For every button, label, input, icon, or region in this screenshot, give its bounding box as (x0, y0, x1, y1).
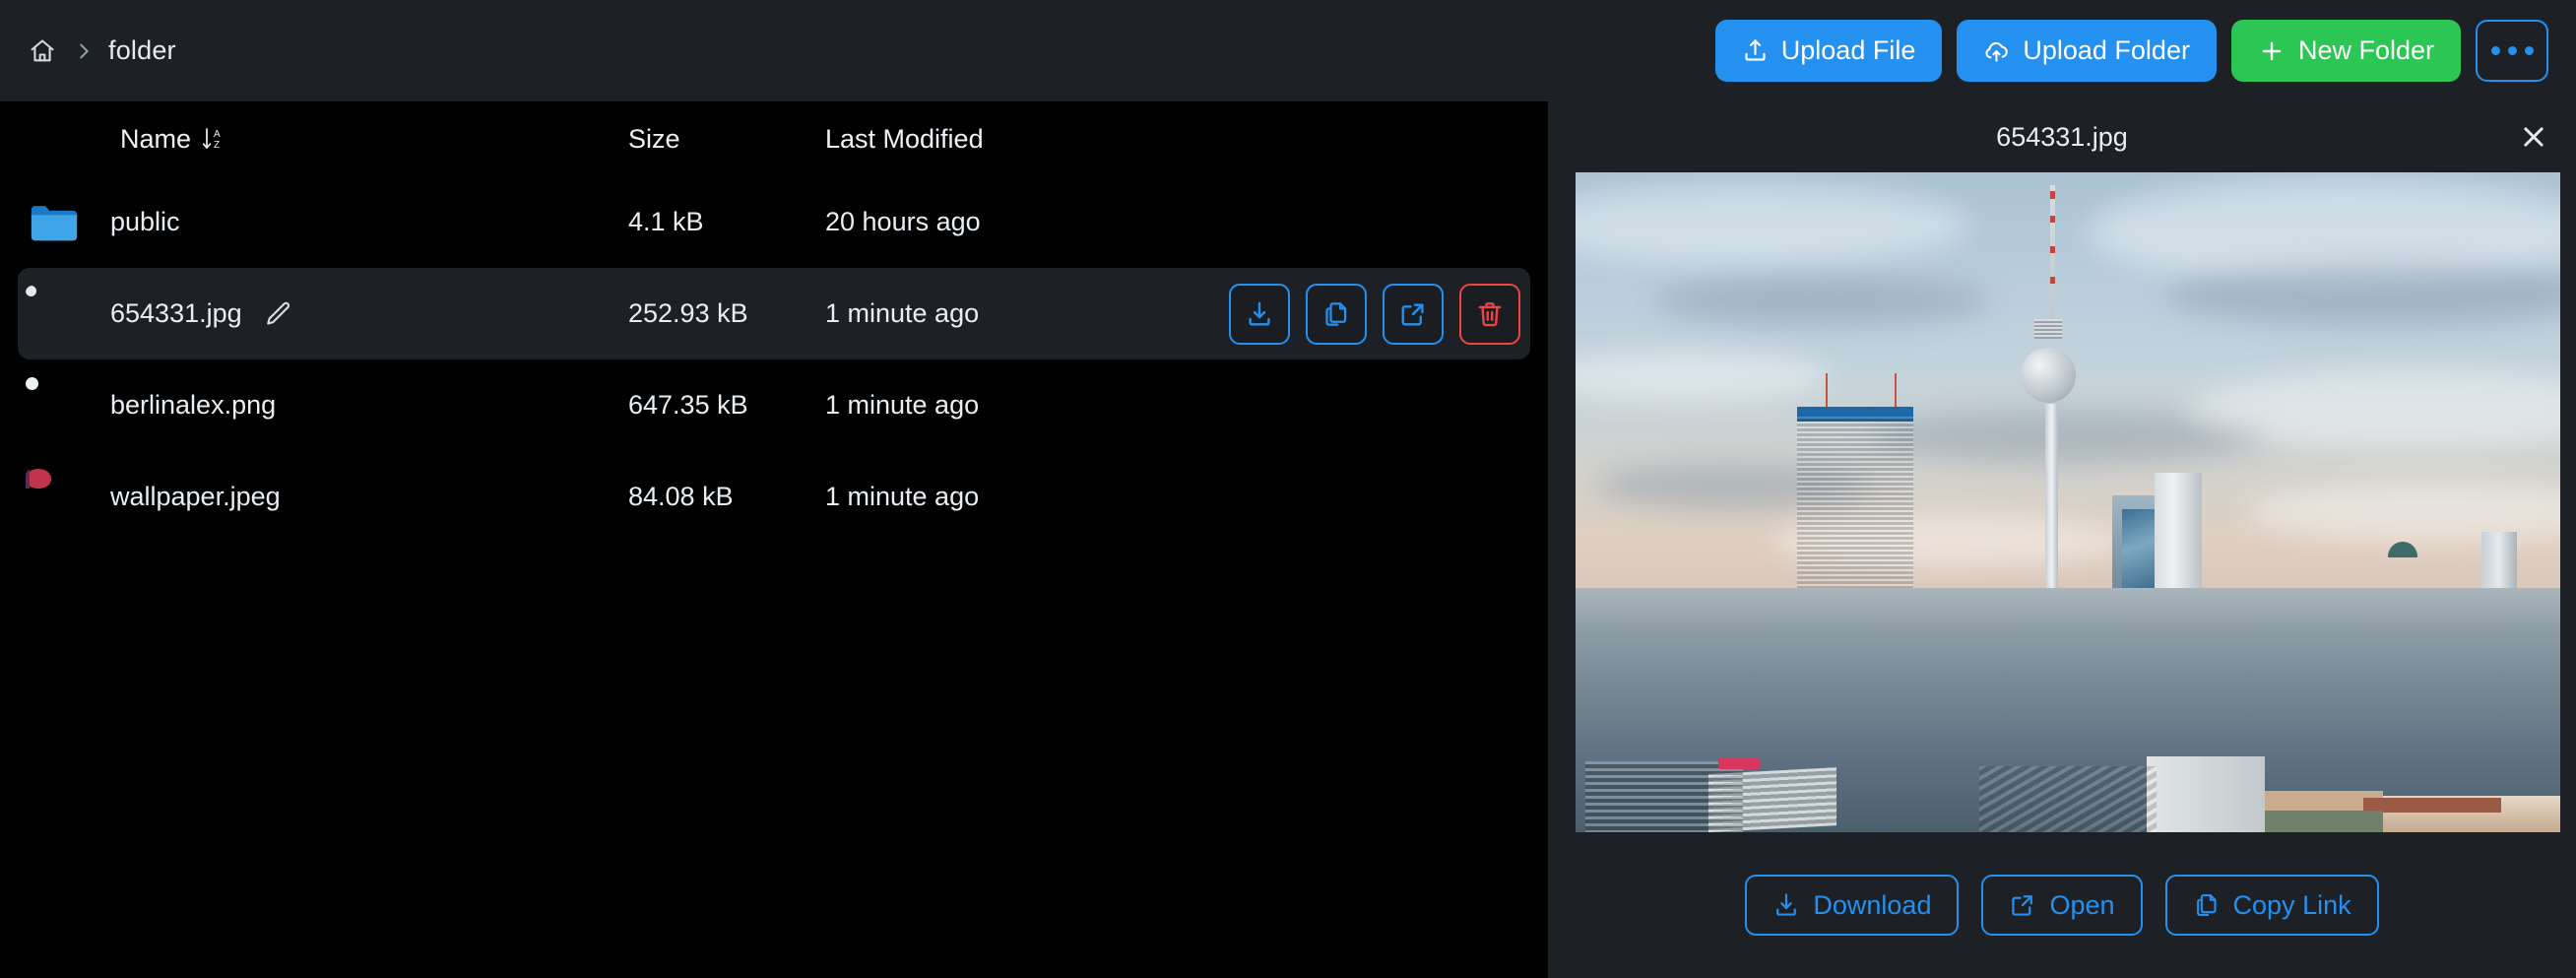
home-icon[interactable] (26, 34, 59, 68)
row-actions (1199, 283, 1530, 345)
breadcrumb-current[interactable]: folder (108, 35, 176, 66)
file-name-cell: 654331.jpg (18, 286, 628, 343)
file-size-cell: 4.1 kB (628, 207, 704, 236)
download-button[interactable] (1229, 283, 1290, 345)
upload-icon (1742, 37, 1769, 64)
file-thumbnail (26, 376, 83, 434)
pencil-icon[interactable] (264, 299, 293, 329)
file-name-label: public (110, 207, 180, 236)
copy-button[interactable] (1306, 283, 1367, 345)
preview-title: 654331.jpg (1996, 121, 2128, 152)
preview-image[interactable] (1576, 172, 2560, 832)
preview-header: 654331.jpg (1548, 101, 2576, 172)
file-modified-cell: 1 minute ago (825, 298, 980, 328)
file-name-cell: berlinalex.png (18, 376, 628, 434)
plus-icon (2258, 37, 2286, 65)
file-size-cell: 84.08 kB (628, 482, 734, 511)
table-row[interactable]: wallpaper.jpeg 84.08 kB 1 minute ago (18, 451, 1530, 543)
table-row[interactable]: public 4.1 kB 20 hours ago (18, 176, 1530, 268)
top-bar: folder Upload File Upload Folder New Fol… (0, 0, 2576, 101)
preview-download-label: Download (1813, 889, 1932, 920)
file-size-cell: 252.93 kB (628, 298, 748, 328)
delete-button[interactable] (1459, 283, 1520, 345)
svg-text:Z: Z (214, 140, 220, 151)
copy-icon (2193, 891, 2221, 919)
upload-folder-label: Upload Folder (2023, 35, 2190, 65)
new-folder-button[interactable]: New Folder (2230, 20, 2461, 82)
folder-icon (26, 194, 83, 251)
column-header-name-label: Name (120, 123, 192, 154)
column-header-modified[interactable]: Last Modified (825, 124, 1199, 155)
preview-open-button[interactable]: Open (1981, 875, 2143, 936)
file-name-cell: public (18, 194, 628, 251)
breadcrumb: folder (26, 34, 176, 68)
table-row[interactable]: 654331.jpg 252.93 kB 1 minute ago (18, 268, 1530, 359)
open-button[interactable] (1383, 283, 1444, 345)
file-modified-cell: 1 minute ago (825, 482, 980, 511)
column-header-modified-label: Last Modified (825, 123, 984, 154)
new-folder-label: New Folder (2297, 35, 2434, 65)
top-bar-actions: Upload File Upload Folder New Folder (1714, 20, 2548, 82)
preview-copy-link-button[interactable]: Copy Link (2164, 875, 2379, 936)
column-header-name[interactable]: Name A Z (18, 124, 628, 155)
column-header-size[interactable]: Size (628, 124, 825, 155)
file-table: Name A Z Size Last Modified public 4.1 k… (0, 101, 1548, 543)
download-icon (1772, 891, 1800, 919)
file-modified-cell: 20 hours ago (825, 207, 981, 236)
file-thumbnail (26, 468, 83, 526)
file-list-panel: Name A Z Size Last Modified public 4.1 k… (0, 101, 1548, 978)
column-header-size-label: Size (628, 123, 680, 154)
file-size-cell: 647.35 kB (628, 390, 748, 420)
preview-download-button[interactable]: Download (1745, 875, 1960, 936)
chevron-right-icon (73, 40, 95, 62)
table-header-row: Name A Z Size Last Modified (0, 101, 1548, 176)
more-options-button[interactable] (2476, 20, 2548, 82)
preview-panel: 654331.jpg Download Open Copy Link (1548, 101, 2576, 978)
close-icon[interactable] (2519, 122, 2548, 152)
cloud-upload-icon (1983, 37, 2010, 64)
upload-file-label: Upload File (1780, 35, 1916, 65)
main-body: Name A Z Size Last Modified public 4.1 k… (0, 101, 2576, 978)
upload-folder-button[interactable]: Upload Folder (1957, 20, 2217, 82)
upload-file-button[interactable]: Upload File (1714, 20, 1943, 82)
ellipsis-icon (2490, 46, 2534, 55)
file-thumbnail (26, 286, 83, 343)
external-link-icon (2009, 891, 2036, 919)
preview-copy-link-label: Copy Link (2232, 889, 2351, 920)
file-manager-app: folder Upload File Upload Folder New Fol… (0, 0, 2576, 978)
file-name-label: wallpaper.jpeg (110, 482, 281, 511)
file-name-label: berlinalex.png (110, 390, 277, 420)
svg-text:A: A (214, 129, 221, 140)
file-name-cell: wallpaper.jpeg (18, 468, 628, 526)
preview-open-label: Open (2049, 889, 2115, 920)
preview-image-wrap (1548, 172, 2576, 832)
sort-alpha-down-icon[interactable]: A Z (201, 126, 225, 152)
file-name-label: 654331.jpg (110, 298, 242, 328)
file-modified-cell: 1 minute ago (825, 390, 980, 420)
table-row[interactable]: berlinalex.png 647.35 kB 1 minute ago (18, 359, 1530, 451)
preview-actions: Download Open Copy Link (1548, 832, 2576, 978)
